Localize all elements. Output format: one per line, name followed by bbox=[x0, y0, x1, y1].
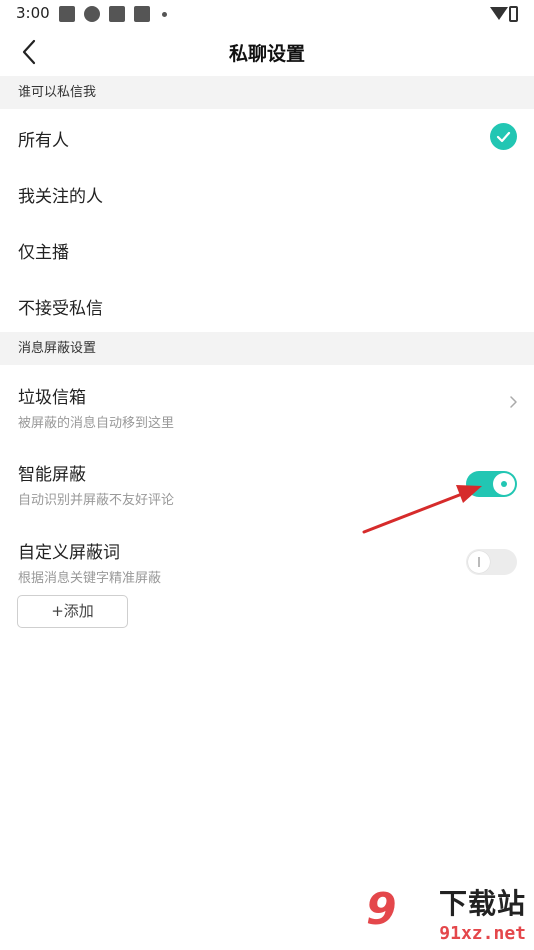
option-streamer-only[interactable]: 仅主播 bbox=[0, 221, 534, 277]
smart-block-toggle[interactable] bbox=[466, 471, 517, 497]
spam-box-subtitle: 被屏蔽的消息自动移到这里 bbox=[18, 416, 175, 431]
option-label: 我关注的人 bbox=[18, 187, 103, 207]
watermark-logo: 9 下载站 91xz.net bbox=[358, 882, 528, 946]
page-title: 私聊设置 bbox=[228, 43, 305, 65]
chevron-right-icon bbox=[508, 394, 518, 413]
pinwheel-icon bbox=[84, 6, 100, 22]
nav-bar: 私聊设置 bbox=[0, 28, 534, 76]
battery-icon bbox=[509, 6, 518, 22]
dot-icon bbox=[162, 12, 167, 17]
add-word-button[interactable]: +添加 bbox=[17, 595, 128, 628]
section-header-block-settings: 消息屏蔽设置 bbox=[0, 332, 534, 365]
app-square-icon bbox=[59, 6, 75, 22]
option-everyone[interactable]: 所有人 bbox=[0, 109, 534, 165]
app-square-icon bbox=[109, 6, 125, 22]
watermark-title: 下载站 bbox=[438, 887, 526, 920]
status-bar: 3:00 bbox=[0, 0, 534, 28]
watermark-url: 91xz.net bbox=[439, 923, 526, 944]
custom-words-row: 自定义屏蔽词 根据消息关键字精准屏蔽 bbox=[0, 520, 534, 590]
section-header-who-can-message: 谁可以私信我 bbox=[0, 76, 534, 109]
custom-words-toggle[interactable] bbox=[466, 549, 517, 575]
app-square-icon bbox=[134, 6, 150, 22]
option-followed[interactable]: 我关注的人 bbox=[0, 165, 534, 221]
option-label: 仅主播 bbox=[18, 243, 69, 263]
option-no-messages[interactable]: 不接受私信 bbox=[0, 277, 534, 332]
toggle-knob bbox=[468, 551, 490, 573]
spam-box-row[interactable]: 垃圾信箱 被屏蔽的消息自动移到这里 bbox=[0, 365, 534, 442]
smart-block-subtitle: 自动识别并屏蔽不友好评论 bbox=[18, 493, 175, 508]
status-time: 3:00 bbox=[16, 4, 50, 22]
spam-box-title: 垃圾信箱 bbox=[18, 388, 86, 408]
custom-words-subtitle: 根据消息关键字精准屏蔽 bbox=[18, 571, 162, 586]
smart-block-title: 智能屏蔽 bbox=[18, 465, 86, 485]
option-label: 所有人 bbox=[18, 131, 69, 151]
check-icon bbox=[490, 123, 517, 150]
smart-block-row: 智能屏蔽 自动识别并屏蔽不友好评论 bbox=[0, 442, 534, 520]
watermark-mark: 9 bbox=[366, 884, 397, 935]
wifi-icon bbox=[490, 7, 508, 20]
custom-words-title: 自定义屏蔽词 bbox=[18, 543, 120, 563]
option-label: 不接受私信 bbox=[18, 299, 103, 319]
toggle-knob bbox=[493, 473, 515, 495]
